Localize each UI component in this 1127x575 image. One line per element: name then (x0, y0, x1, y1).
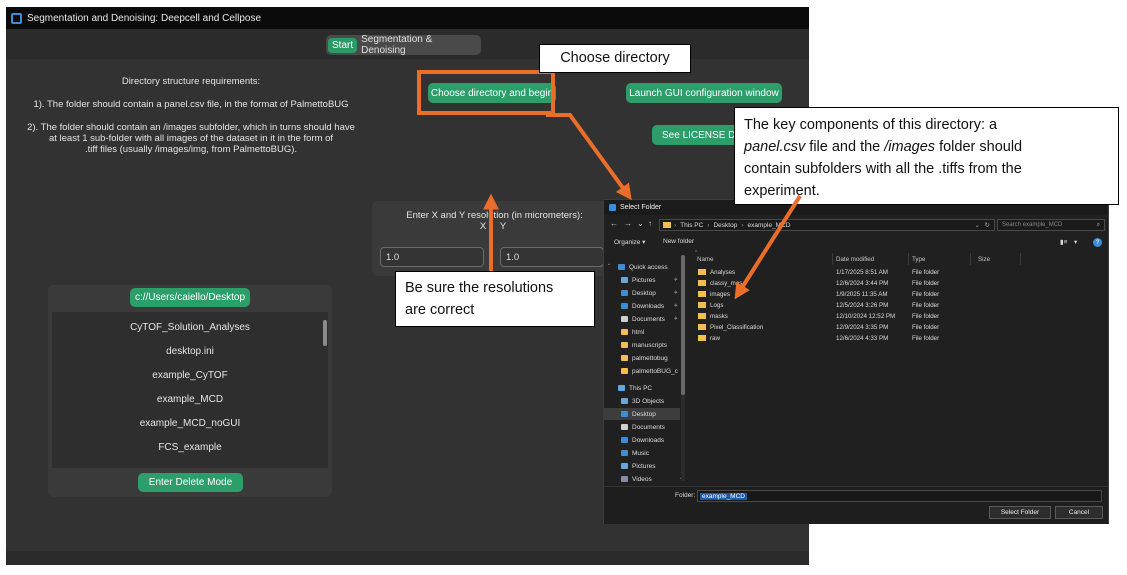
arrow-to-images-folder (734, 194, 802, 300)
arrow-to-dialog (546, 113, 632, 201)
annotation-arrows (483, 113, 802, 300)
